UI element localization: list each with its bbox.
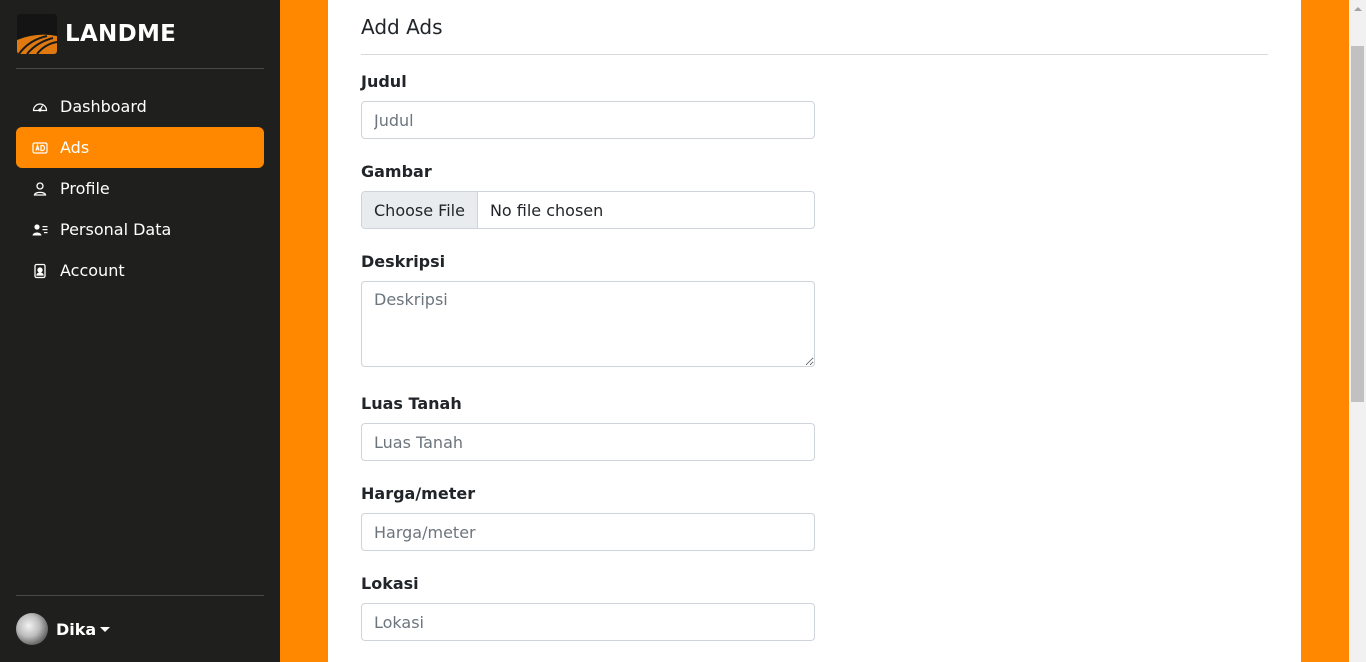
gambar-file-input[interactable]: Choose File No file chosen: [361, 191, 815, 229]
choose-file-button[interactable]: Choose File: [362, 192, 478, 228]
lokasi-group: Lokasi: [361, 574, 1268, 641]
landme-logo-icon: [17, 14, 57, 54]
sidebar-item-label: Ads: [60, 138, 90, 157]
scroll-up-arrow-icon[interactable]: [1349, 0, 1366, 17]
gambar-group: Gambar Choose File No file chosen: [361, 162, 1268, 229]
brand[interactable]: LANDME: [16, 0, 264, 69]
harga-group: Harga/meter: [361, 484, 1268, 551]
sidebar-item-ads[interactable]: Ads: [16, 127, 264, 168]
judul-group: Judul: [361, 72, 1268, 139]
sidebar-item-account[interactable]: Account: [16, 250, 264, 291]
sidebar-nav: Dashboard Ads Profile Personal Data Acco…: [16, 86, 264, 291]
luas-tanah-group: Luas Tanah: [361, 394, 1268, 461]
person-badge-icon: [32, 263, 48, 279]
deskripsi-textarea[interactable]: [361, 281, 815, 367]
person-lines-icon: [32, 222, 48, 238]
brand-name: LANDME: [65, 21, 177, 47]
avatar: [16, 613, 48, 645]
lokasi-input[interactable]: [361, 603, 815, 641]
caret-down-icon: [100, 626, 111, 632]
deskripsi-label: Deskripsi: [361, 252, 446, 271]
page-scrollbar[interactable]: [1349, 0, 1366, 662]
lokasi-label: Lokasi: [361, 574, 419, 593]
luas-tanah-label: Luas Tanah: [361, 394, 462, 413]
sidebar-item-label: Account: [60, 261, 125, 280]
speedometer-icon: [32, 99, 48, 115]
add-ads-card: Add Ads Judul Gambar Choose File No file…: [328, 0, 1301, 662]
sidebar-item-label: Dashboard: [60, 97, 147, 116]
judul-label: Judul: [361, 72, 407, 91]
sidebar-item-label: Personal Data: [60, 220, 172, 239]
sidebar-item-dashboard[interactable]: Dashboard: [16, 86, 264, 127]
badge-ad-icon: [32, 140, 48, 156]
deskripsi-group: Deskripsi: [361, 252, 1268, 371]
user-name: Dika: [56, 619, 97, 639]
sidebar-item-label: Profile: [60, 179, 110, 198]
sidebar-item-personal-data[interactable]: Personal Data: [16, 209, 264, 250]
scroll-thumb[interactable]: [1351, 46, 1364, 402]
gambar-label: Gambar: [361, 162, 432, 181]
harga-input[interactable]: [361, 513, 815, 551]
luas-tanah-input[interactable]: [361, 423, 815, 461]
user-menu[interactable]: Dika: [16, 595, 264, 662]
file-status: No file chosen: [489, 200, 604, 220]
harga-label: Harga/meter: [361, 484, 476, 503]
judul-input[interactable]: [361, 101, 815, 139]
page-title: Add Ads: [361, 0, 1268, 55]
person-icon: [32, 181, 48, 197]
sidebar: LANDME Dashboard Ads Profile Personal Da…: [0, 0, 280, 662]
sidebar-item-profile[interactable]: Profile: [16, 168, 264, 209]
